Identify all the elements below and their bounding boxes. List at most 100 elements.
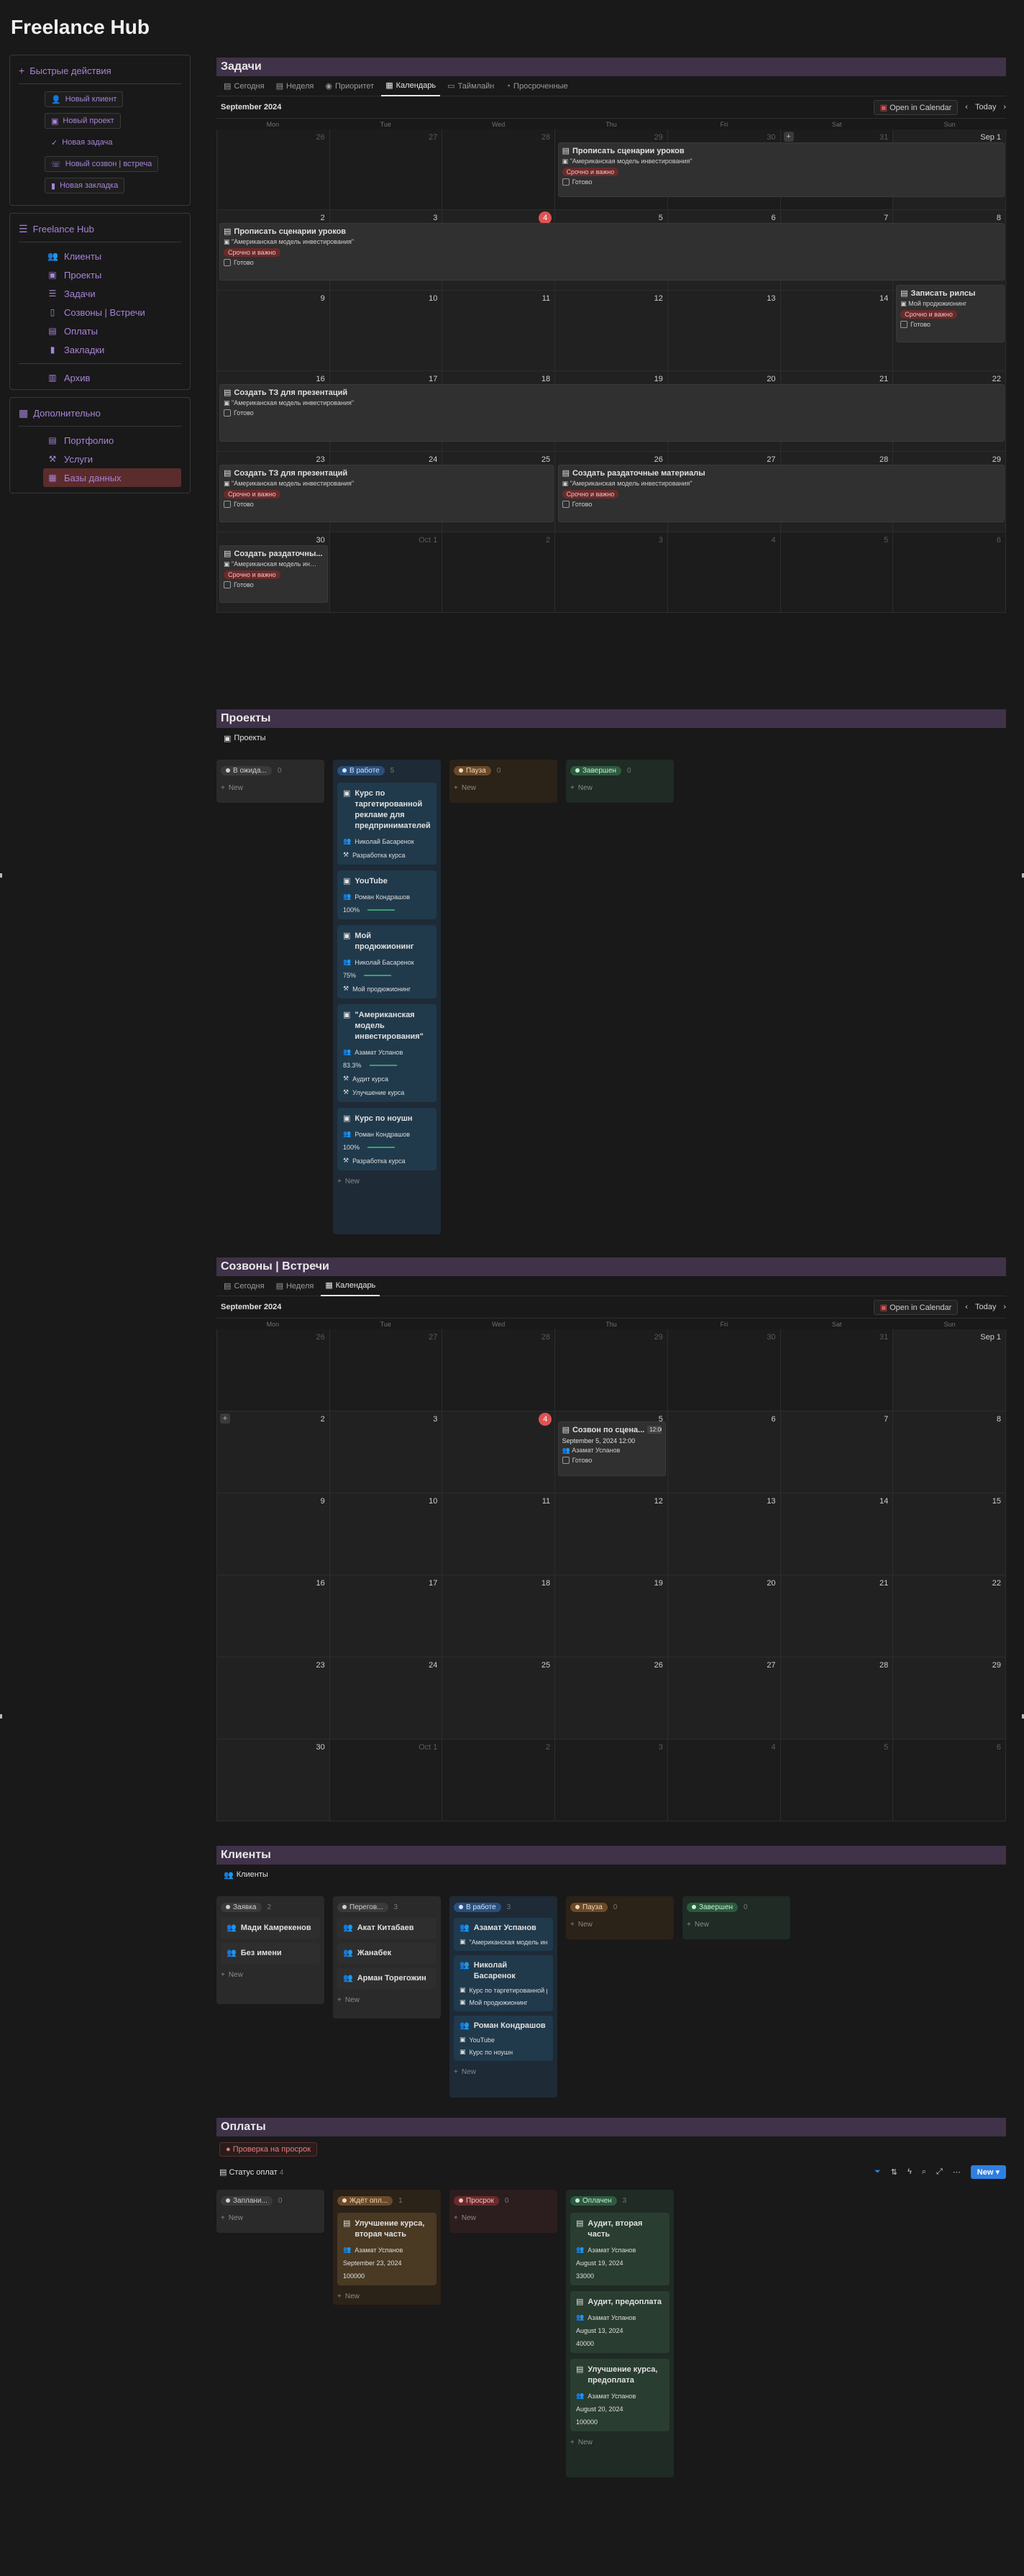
next-month-icon[interactable]: › <box>1003 103 1006 111</box>
calendar-day-cell[interactable]: 18 <box>442 1575 556 1657</box>
tab-week[interactable]: ▤ Неделя <box>272 76 319 96</box>
more-icon[interactable]: ⋯ <box>953 2167 961 2177</box>
task-card[interactable]: ▤ Прописать сценарии уроков ▣ "Американска… <box>557 142 1005 197</box>
done-checkbox[interactable]: Готово <box>224 581 324 588</box>
done-checkbox[interactable]: Готово <box>900 321 1000 328</box>
calendar-day-cell[interactable]: 16 <box>217 1575 330 1657</box>
calendar-day-cell[interactable]: 26 <box>555 1657 668 1739</box>
column-header[interactable]: Завершен 0 <box>570 764 669 777</box>
sidebar-item-payments[interactable]: ▤ Оплаты <box>43 322 181 340</box>
calendar-day-cell[interactable]: Oct 1 <box>329 1739 443 1821</box>
sidebar-item-services[interactable]: ⚒ Услуги <box>43 450 181 468</box>
open-in-calendar-button[interactable]: ▣ Open in Calendar <box>873 1299 959 1315</box>
calendar-day-cell[interactable]: 14 <box>780 1493 894 1575</box>
new-item-button[interactable]: + New <box>454 780 553 796</box>
calendar-day-cell[interactable]: 13 <box>667 1493 781 1575</box>
tab-projects-board[interactable]: ▣ Проекты <box>219 728 270 748</box>
new-task-button[interactable]: ✓ Новая задача <box>45 135 119 150</box>
sidebar-item-clients[interactable]: 👥 Клиенты <box>43 247 181 265</box>
new-client-button[interactable]: 👤 Новый клиент <box>45 91 124 107</box>
new-item-button[interactable]: + New <box>337 2288 436 2304</box>
payment-card[interactable]: ▤ Улучшение курса, вторая часть 👥 Азамат Ус… <box>337 2213 436 2285</box>
calendar-day-cell[interactable]: 17 <box>329 1575 443 1657</box>
calendar-day-cell[interactable]: 26 <box>217 129 330 210</box>
calendar-day-cell[interactable]: 28 <box>780 1657 894 1739</box>
client-card[interactable]: 👥 Без имени <box>221 1943 320 1964</box>
task-card[interactable]: ▤ Создать раздаточны... ▣ "Американская мо… <box>219 545 328 603</box>
client-card[interactable]: 👥 Жанабек <box>337 1943 436 1964</box>
calendar-day-cell[interactable]: 15 <box>893 1493 1006 1575</box>
project-card[interactable]: ▣ Мой продюжионинг 👥 Николай Басаренок 75% ⚒ М… <box>337 925 436 998</box>
calendar-day-cell[interactable]: 2 <box>442 532 556 613</box>
calendar-day-cell[interactable]: 21 <box>780 1575 894 1657</box>
sidebar-item-archive[interactable]: ▥ Архив <box>43 368 181 387</box>
sort-icon[interactable]: ⇅ <box>891 2167 897 2177</box>
open-in-calendar-button[interactable]: ▣ Open in Calendar <box>873 99 959 115</box>
new-item-button[interactable]: + New <box>221 780 320 796</box>
tab-priority[interactable]: ◉ Приоритет <box>321 76 378 96</box>
column-header[interactable]: Просрок 0 <box>454 2194 553 2207</box>
column-header[interactable]: Пауза 0 <box>570 1901 669 1913</box>
new-project-button[interactable]: ▣ Новый проект <box>45 113 121 129</box>
new-item-button[interactable]: + New <box>337 1992 436 2008</box>
calendar-day-cell[interactable]: 29 <box>555 1329 668 1411</box>
done-checkbox[interactable]: Готово <box>562 1457 662 1464</box>
task-card[interactable]: ▤ Создать ТЗ для презентаций ▣ "Американск… <box>219 465 554 522</box>
next-month-icon[interactable]: › <box>1003 1303 1006 1311</box>
column-header[interactable]: Ждёт опл... 1 <box>337 2194 436 2207</box>
calendar-day-cell[interactable]: 6 <box>667 1411 781 1493</box>
tab-calendar[interactable]: ▦ Календарь <box>321 1276 380 1296</box>
sidebar-item-tasks[interactable]: ☰ Задачи <box>43 284 181 303</box>
tab-payment-status[interactable]: ▤ Статус оплат 4 <box>219 2167 283 2177</box>
task-card[interactable]: ▤ Создать раздаточные материалы ▣ "Америка… <box>557 465 1005 522</box>
calendar-day-cell[interactable]: 23 <box>217 1657 330 1739</box>
prev-month-icon[interactable]: ‹ <box>965 103 968 111</box>
done-checkbox[interactable]: Готово <box>562 501 1000 508</box>
sidebar-item-bookmarks[interactable]: ▮ Закладки <box>43 340 181 359</box>
column-header[interactable]: Оплачен 3 <box>570 2194 669 2207</box>
calendar-day-cell[interactable]: 6 <box>893 532 1006 613</box>
new-bookmark-button[interactable]: ▮ Новая закладка <box>45 178 125 194</box>
calendar-day-cell[interactable]: 14 <box>780 291 894 371</box>
column-header[interactable]: Заявка 2 <box>221 1901 320 1913</box>
tab-timeline[interactable]: ▭ Таймлайн <box>443 76 498 96</box>
column-header[interactable]: Перегов... 3 <box>337 1901 436 1913</box>
calendar-day-cell[interactable]: Sep 1 <box>893 1329 1006 1411</box>
column-header[interactable]: В работе 5 <box>337 764 436 777</box>
done-checkbox[interactable]: Готово <box>562 178 1000 186</box>
calendar-day-cell[interactable]: 11 <box>442 1493 556 1575</box>
calendar-day-cell[interactable]: 6 <box>893 1739 1006 1821</box>
new-item-button[interactable]: + New <box>687 1916 786 1932</box>
calendar-day-cell[interactable]: 8 <box>893 1411 1006 1493</box>
client-card[interactable]: 👥 Азамат Успанов ▣ "Американская модель инв <box>454 1918 553 1951</box>
add-event-icon[interactable]: + <box>783 132 794 142</box>
calendar-day-cell[interactable]: 13 <box>667 291 781 371</box>
calendar-day-cell[interactable]: 26 <box>217 1329 330 1411</box>
tab-clients-board[interactable]: 👥 Клиенты <box>219 1865 273 1885</box>
calendar-day-cell[interactable]: Oct 1 <box>329 532 443 613</box>
calendar-day-cell[interactable]: 10 <box>329 291 443 371</box>
task-card[interactable]: ▤ Прописать сценарии уроков ▣ "Американска… <box>219 223 1005 281</box>
new-item-button[interactable]: + New <box>221 1967 320 1983</box>
calendar-day-cell[interactable]: 28 <box>442 129 556 210</box>
calendar-day-cell[interactable]: 31 <box>780 1329 894 1411</box>
calendar-day-cell[interactable]: 27 <box>329 129 443 210</box>
new-item-button[interactable]: + New <box>221 2210 320 2226</box>
new-item-button[interactable]: + New <box>454 2064 553 2080</box>
calendar-day-cell[interactable]: 22 <box>893 1575 1006 1657</box>
calendar-day-cell[interactable]: 20 <box>667 1575 781 1657</box>
column-header[interactable]: Заплани... 0 <box>221 2194 320 2207</box>
today-button[interactable]: Today <box>975 103 996 111</box>
new-item-button[interactable]: + New <box>570 1916 669 1932</box>
calendar-day-cell[interactable]: 4 <box>442 1411 556 1493</box>
project-card[interactable]: ▣ YouTube 👥 Роман Кондрашов 100% <box>337 870 436 919</box>
calendar-day-cell[interactable]: 10 <box>329 1493 443 1575</box>
extra-nav-header[interactable]: ▦ Дополнительно <box>19 402 181 424</box>
new-item-button[interactable]: + New <box>570 2434 669 2450</box>
calendar-day-cell[interactable]: 2 + <box>217 1411 330 1493</box>
hub-nav-header[interactable]: ☰ Freelance Hub <box>19 218 181 240</box>
project-card[interactable]: ▣ Курс по ноушн 👥 Роман Кондрашов 100% ⚒ Разра… <box>337 1108 436 1170</box>
calendar-day-cell[interactable]: 3 <box>329 1411 443 1493</box>
calendar-day-cell[interactable]: 27 <box>667 1657 781 1739</box>
sidebar-item-projects[interactable]: ▣ Проекты <box>43 265 181 284</box>
